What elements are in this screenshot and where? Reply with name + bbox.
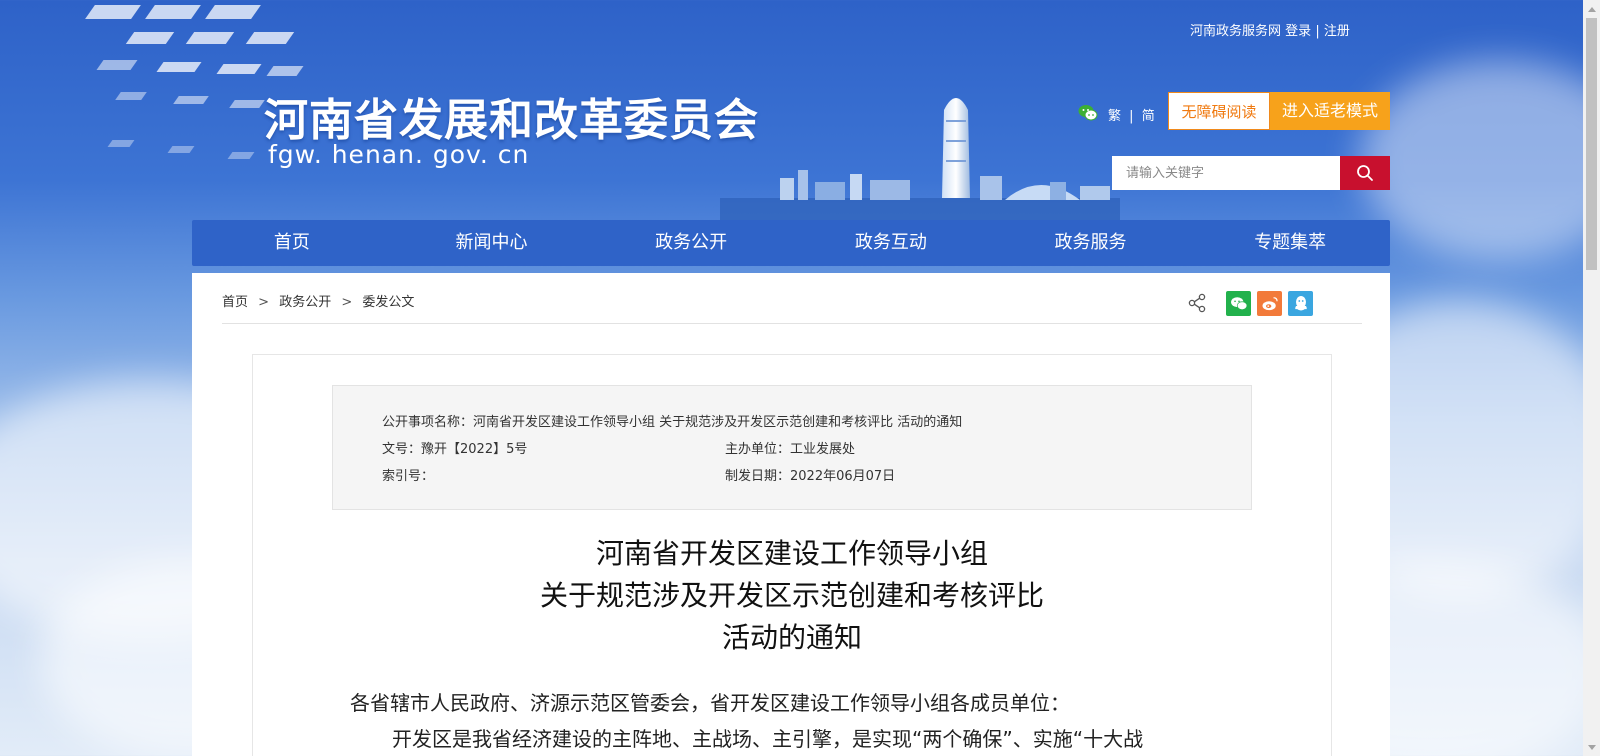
nav-item-news[interactable]: 新闻中心 [392, 220, 592, 266]
breadcrumb-sep: > [341, 295, 353, 310]
document-title-line: 河南省开发区建设工作领导小组 [595, 537, 988, 570]
share-qq-button[interactable] [1288, 290, 1313, 316]
search-input[interactable] [1112, 156, 1340, 190]
simplified-chinese-link[interactable]: 简 [1142, 109, 1155, 124]
city-skyline-illustration [720, 98, 1120, 220]
lang-divider: | [1129, 109, 1134, 124]
scroll-up-arrow[interactable] [1583, 0, 1600, 17]
share-bar [1186, 290, 1313, 316]
scrollbar-thumb[interactable] [1586, 18, 1597, 270]
meta-index-number: 索引号： [382, 469, 435, 484]
elder-mode-button[interactable]: 进入适老模式 [1270, 92, 1390, 130]
chevron-up-icon [1587, 6, 1596, 12]
top-links-divider: | [1315, 24, 1320, 39]
search-icon [1357, 165, 1373, 181]
article-frame: 公开事项名称：河南省开发区建设工作领导小组 关于规范涉及开发区示范创建和考核评比… [252, 354, 1332, 756]
site-domain: fgw. henan. gov. cn [268, 140, 530, 169]
wechat-icon [1230, 296, 1247, 310]
document-salutation: 各省辖市人民政府、济源示范区管委会，省开发区建设工作领导小组各成员单位： [350, 691, 1070, 715]
nav-item-services[interactable]: 政务服务 [991, 220, 1191, 266]
wechat-icon[interactable] [1078, 104, 1098, 122]
traditional-chinese-link[interactable]: 繁 [1108, 109, 1121, 124]
share-icon[interactable] [1186, 292, 1208, 314]
qq-icon [1294, 295, 1307, 310]
share-wechat-button[interactable] [1226, 290, 1251, 316]
divider [222, 323, 1362, 324]
accessibility-reading-button[interactable]: 无障碍阅读 [1168, 92, 1270, 130]
nav-item-topics[interactable]: 专题集萃 [1190, 220, 1390, 266]
breadcrumb: 首页 > 政务公开 > 委发公文 [222, 291, 414, 310]
document-meta-box: 公开事项名称：河南省开发区建设工作领导小组 关于规范涉及开发区示范创建和考核评比… [332, 385, 1252, 510]
chevron-down-icon [1587, 744, 1596, 750]
nav-item-government-affairs[interactable]: 政务公开 [591, 220, 791, 266]
meta-item-name: 公开事项名称：河南省开发区建设工作领导小组 关于规范涉及开发区示范创建和考核评比… [382, 415, 963, 430]
meta-department: 主办单位：工业发展处 [725, 442, 856, 457]
portal-link[interactable]: 河南政务服务网 [1190, 24, 1281, 39]
document-title-line: 关于规范涉及开发区示范创建和考核评比 [539, 579, 1044, 612]
nav-item-home[interactable]: 首页 [192, 220, 392, 266]
main-content: 首页 > 政务公开 > 委发公文 公开事项名称：河南省开发区建设工作领导小组 关… [192, 273, 1390, 756]
background-cloud [1360, 60, 1600, 260]
language-switch: 繁 | 简 [1108, 105, 1155, 124]
search-button[interactable] [1340, 156, 1390, 190]
document-paragraph: 开发区是我省经济建设的主阵地、主战场、主引擎，是实现“两个确保”、实施“十大战 [392, 727, 1144, 751]
weibo-icon [1262, 296, 1278, 310]
breadcrumb-sep: > [258, 295, 270, 310]
breadcrumb-documents[interactable]: 委发公文 [362, 295, 414, 310]
meta-doc-number: 文号：豫开【2022】5号 [382, 442, 528, 457]
nav-item-interaction[interactable]: 政务互动 [791, 220, 991, 266]
site-title[interactable]: 河南省发展和改革委员会 [264, 84, 759, 148]
top-links: 河南政务服务网 登录 | 注册 [1190, 20, 1350, 39]
document-title-line: 活动的通知 [721, 621, 862, 654]
breadcrumb-government-affairs[interactable]: 政务公开 [279, 295, 331, 310]
meta-issue-date: 制发日期：2022年06月07日 [725, 469, 896, 484]
scroll-down-arrow[interactable] [1583, 739, 1600, 756]
share-weibo-button[interactable] [1257, 290, 1282, 316]
breadcrumb-home[interactable]: 首页 [222, 295, 248, 310]
login-link[interactable]: 登录 [1285, 24, 1311, 39]
page-scrollbar[interactable] [1583, 0, 1600, 756]
register-link[interactable]: 注册 [1324, 24, 1350, 39]
main-nav: 首页 新闻中心 政务公开 政务互动 政务服务 专题集萃 [192, 220, 1390, 266]
document-title: 河南省开发区建设工作领导小组 关于规范涉及开发区示范创建和考核评比 活动的通知 [253, 533, 1331, 659]
